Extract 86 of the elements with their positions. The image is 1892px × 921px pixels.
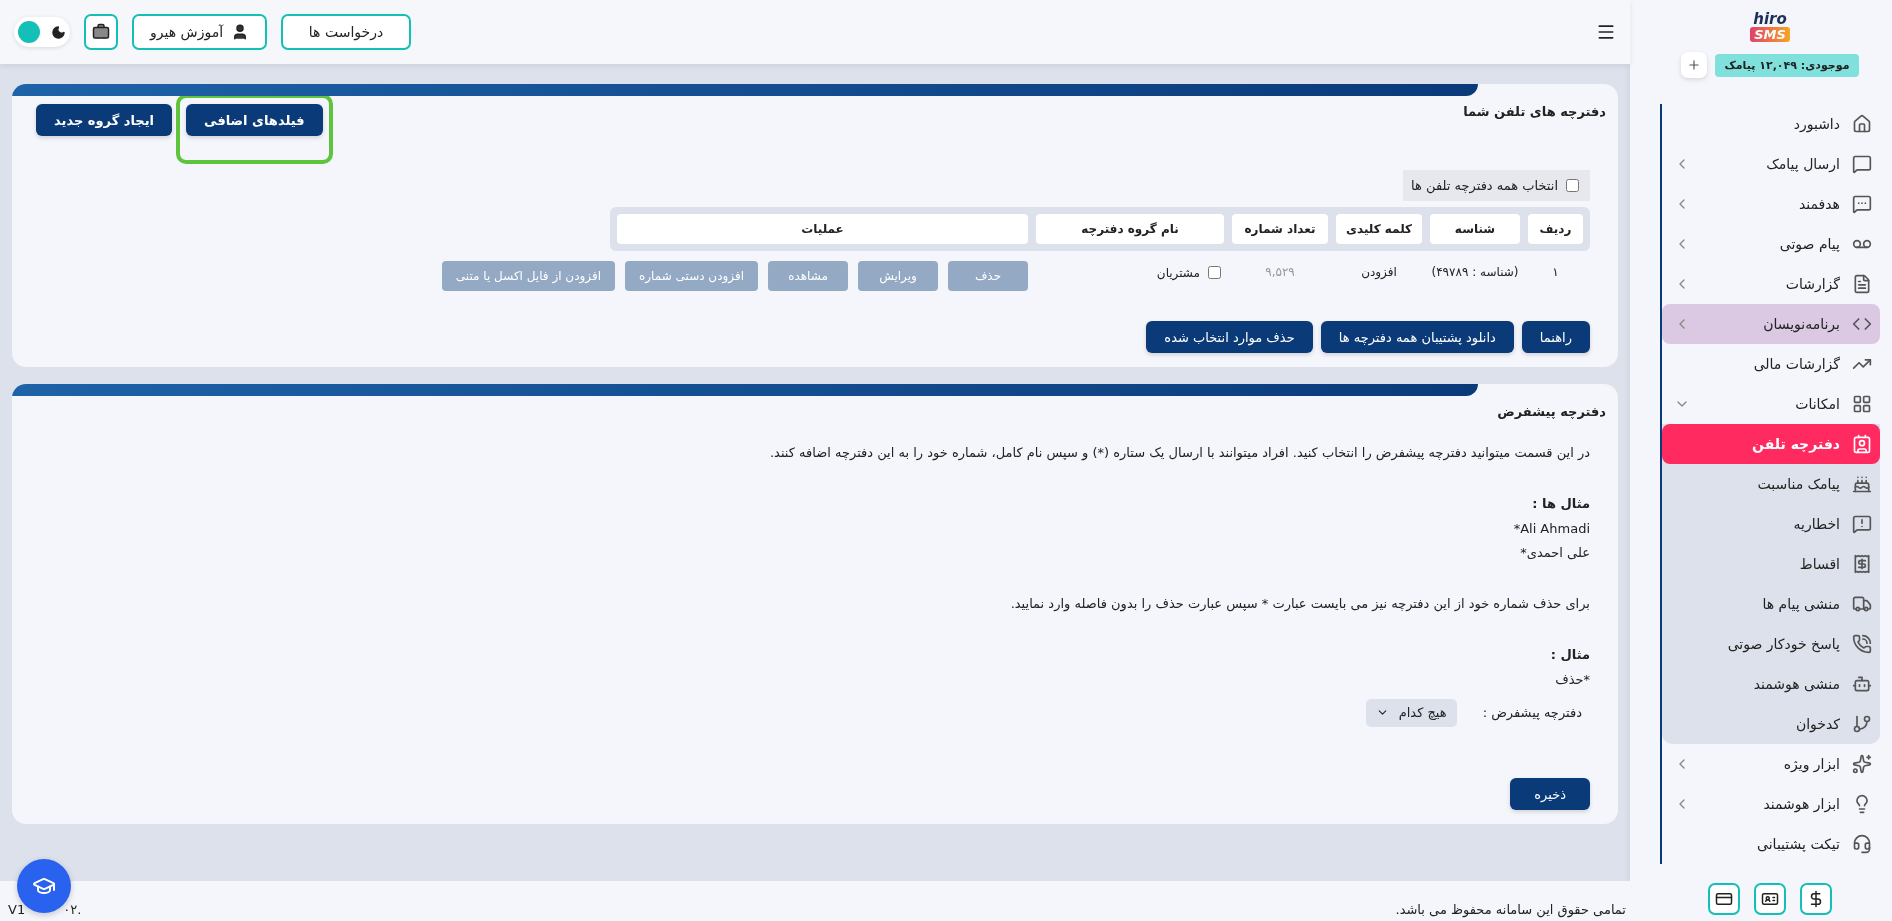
submenu-item[interactable]: پاسخ خودکار صوتی [1662, 624, 1880, 664]
menu-item[interactable]: ابزار ویژه [1662, 744, 1880, 784]
examples-heading: مثال ها : [1531, 494, 1590, 513]
submenu-item[interactable]: منشی هوشمند [1662, 664, 1880, 704]
submenu-item[interactable]: پیامک مناسبت [1662, 464, 1880, 504]
submenu-item[interactable]: اقساط [1662, 544, 1880, 584]
column-header: ردیف [1528, 214, 1583, 244]
logo: hiro SMS [1750, 12, 1790, 42]
menu-item[interactable]: گزارشات [1662, 264, 1880, 304]
table-cell-text: ۱ [1551, 264, 1560, 279]
checkbox-label: انتخاب همه دفترچه تلفن ها [1411, 178, 1558, 193]
menu-item[interactable]: تیکت پشتیبانی [1662, 824, 1880, 864]
alert-bubble-icon [1852, 514, 1872, 534]
footer-button[interactable]: حذف موارد انتخاب شده [1146, 321, 1313, 353]
theme-toggle[interactable] [14, 17, 70, 47]
chat-bubble-icon [1852, 154, 1872, 174]
sparkles-icon [1852, 754, 1872, 774]
add-credit-button[interactable] [1680, 52, 1707, 78]
receipt-icon [1852, 554, 1872, 574]
tutorial-button[interactable]: آموزش هیرو [132, 14, 267, 50]
cake-icon [1852, 474, 1872, 494]
id-card-icon [1761, 890, 1779, 908]
column-header: شناسه [1430, 214, 1520, 244]
example-text: علی احمدی* [1519, 544, 1590, 563]
user-icon [231, 23, 249, 41]
menu-item[interactable]: داشبورد [1662, 104, 1880, 144]
header-button[interactable]: ایجاد گروه جدید [36, 104, 172, 136]
submenu-item[interactable]: اخطاریه [1662, 504, 1880, 544]
save-button[interactable]: ذخیره [1510, 778, 1590, 810]
submenu-item[interactable]: کدخوان [1662, 704, 1880, 744]
remove-text: برای حذف شماره خود از این دفترچه نیز می بایست عبارت * سپس عبارت حذف را بدون فاصله وارد نمایید. [1009, 595, 1590, 614]
menu-item[interactable]: گزارشات مالی [1662, 344, 1880, 384]
id-card-button[interactable] [1754, 883, 1786, 915]
menu-item[interactable]: ارسال پیامک [1662, 144, 1880, 184]
table-cell: مشتریان [1156, 265, 1200, 280]
robot-icon [1852, 674, 1872, 694]
menu-item[interactable]: پیام صوتی [1662, 224, 1880, 264]
table-cell-text: (شناسه : ۴۹۷۸۹) [1430, 264, 1520, 279]
submenu-item[interactable]: دفترچه تلفن [1662, 424, 1880, 464]
truck-icon [1852, 594, 1872, 614]
contact-card-icon [1852, 434, 1872, 454]
checkbox[interactable] [1208, 266, 1221, 279]
table-cell-text: افزودن [1360, 264, 1398, 279]
version-text: .۰۲ [63, 902, 82, 917]
default-book-select[interactable]: هیچ کدام [1365, 698, 1457, 727]
column-header: عملیات [617, 214, 1028, 244]
menu-item[interactable]: برنامه‌نویسان [1662, 304, 1880, 344]
card-icon [1715, 890, 1733, 908]
footer-button[interactable]: راهنما [1521, 321, 1590, 353]
menu-item[interactable]: ابزار هوشمند [1662, 784, 1880, 824]
intro-text: در این قسمت میتوانید دفترچه پیشفرض را انتخاب کنید. افراد میتوانند با ارسال یک ستاره (*) و سپس نام کامل، شماره خود را به این دفترچه اضافه کنند. [768, 444, 1590, 463]
menu-icon[interactable] [1596, 22, 1616, 42]
toggle-knob [18, 21, 40, 43]
column-header: نام گروه دفترچه [1036, 214, 1224, 244]
select-label: دفترچه پیشفرض : [1482, 705, 1582, 721]
table-cell-text: ۹,۵۲۹ [1264, 264, 1296, 279]
house-icon [1852, 114, 1872, 134]
grid-icon [1852, 394, 1872, 414]
requests-button[interactable]: درخواست ها [281, 14, 411, 50]
phone-icon [1852, 634, 1872, 654]
column-header: تعداد شماره [1232, 214, 1328, 244]
branch-icon [1852, 714, 1872, 734]
moon-icon [51, 24, 66, 40]
footer-button[interactable]: دانلود پشتیبان همه دفترچه ها [1320, 321, 1514, 353]
header-button[interactable]: فیلدهای اضافی [186, 104, 323, 136]
menu-item[interactable]: هدفمند [1662, 184, 1880, 224]
example-heading: مثال : [1549, 646, 1590, 664]
dollar-button[interactable] [1800, 883, 1832, 915]
headset-icon [1852, 834, 1872, 854]
copyright-text: تمامی حقوق این سامانه محفوظ می باشد. [1395, 902, 1626, 917]
card-title: دفترچه پیشفرض [1497, 404, 1606, 419]
submenu-item[interactable]: منشی پیام ها [1662, 584, 1880, 624]
card-title: دفترچه های تلفن شما [1463, 104, 1606, 119]
briefcase-icon [92, 23, 110, 41]
balance-badge: موجودی: ۱۲,۰۴۹ پیامک [1714, 53, 1860, 77]
example-text: *حذف [1554, 670, 1590, 689]
menu-item[interactable]: امکانات [1662, 384, 1880, 424]
card-button[interactable] [1708, 883, 1740, 915]
briefcase-button[interactable] [84, 14, 118, 50]
version-text: V1 [8, 902, 26, 917]
example-text: Ali Ahmadi* [1512, 519, 1590, 538]
column-header: کلمه کلیدی [1336, 214, 1422, 244]
checkbox[interactable] [1566, 179, 1579, 192]
plus-icon [1686, 58, 1701, 72]
chat-check-icon [1852, 194, 1872, 214]
chart-file-icon [1852, 274, 1872, 294]
